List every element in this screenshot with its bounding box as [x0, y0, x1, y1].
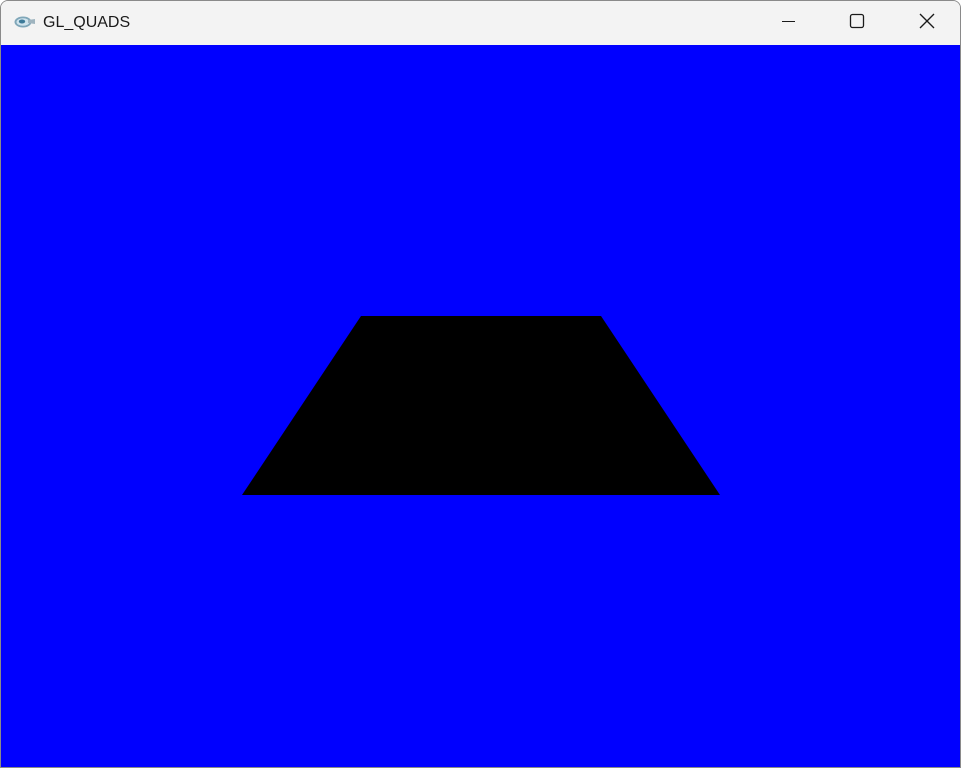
maximize-button[interactable]	[822, 1, 892, 45]
close-icon	[919, 13, 935, 34]
title-bar[interactable]: GL_QUADS	[1, 1, 960, 45]
minimize-button[interactable]	[753, 1, 823, 45]
app-window: GL_QUADS	[0, 0, 961, 768]
close-button[interactable]	[892, 1, 960, 45]
app-icon[interactable]	[14, 14, 36, 30]
render-surface	[242, 316, 720, 495]
minimize-icon	[781, 14, 795, 33]
gl-canvas[interactable]	[1, 45, 960, 767]
window-title: GL_QUADS	[43, 14, 131, 31]
maximize-icon	[849, 13, 865, 34]
black-quad	[242, 316, 720, 495]
